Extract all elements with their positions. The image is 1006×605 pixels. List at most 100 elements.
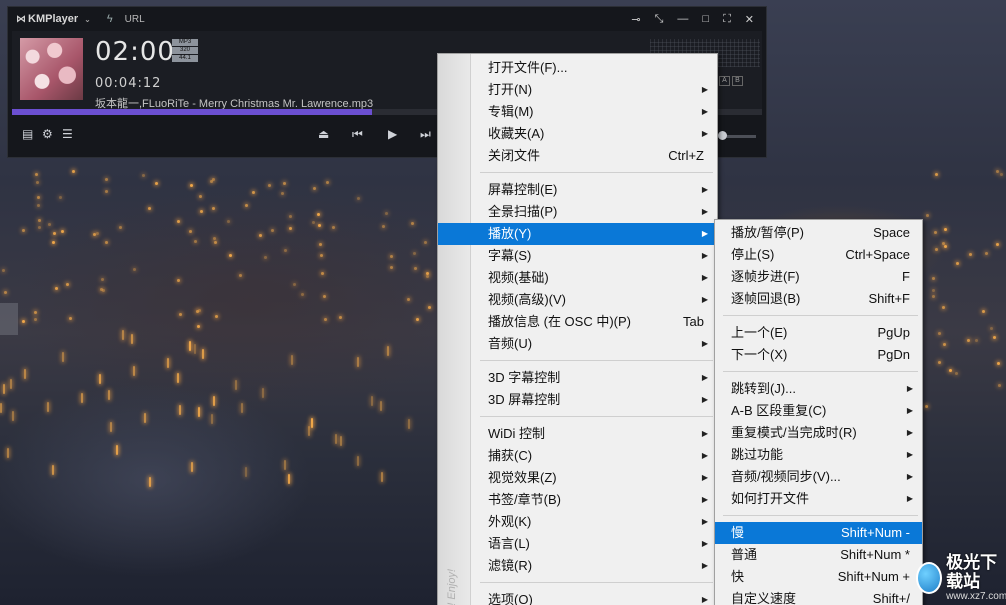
menu-item-关闭文件[interactable]: 关闭文件 Ctrl+Z [438, 145, 717, 167]
city-light [38, 226, 42, 230]
menu-item-慢[interactable]: 慢 Shift+Num - [715, 522, 922, 544]
city-light [311, 221, 315, 225]
menu-item-视频[interactable]: 视频(高级)(V) ▶ [438, 289, 717, 311]
menu-item-如何打开文件[interactable]: 如何打开文件 ▶ [715, 488, 922, 510]
menu-item-停止[interactable]: 停止(S) Ctrl+Space [715, 244, 922, 266]
menu-item-widi-控制[interactable]: WiDi 控制 ▶ [438, 423, 717, 445]
city-light [148, 207, 152, 211]
menu-item-音频-视频同步[interactable]: 音频/视频同步(V)... ▶ [715, 466, 922, 488]
menu-items: 打开文件(F)... 打开(N) ▶ 专辑(M) ▶ 收藏夹(A) ▶ 关闭文件 Ctrl+Z 屏… [438, 57, 717, 605]
fullscreen-icon[interactable]: ⛶ [723, 13, 731, 26]
menu-item-全景扫描[interactable]: 全景扫描(P) ▶ [438, 201, 717, 223]
menu-item-播放[interactable]: 播放(Y) ▶ [438, 223, 717, 245]
city-light [214, 315, 218, 319]
city-light [291, 355, 294, 366]
menu-item-选项[interactable]: 选项(O) ▶ [438, 589, 717, 605]
menu-item-逐帧回退[interactable]: 逐帧回退(B) Shift+F [715, 288, 922, 310]
menu-item-label: 上一个(E) [731, 325, 788, 340]
previous-icon[interactable]: ⏮ [352, 127, 363, 142]
city-light [58, 196, 62, 200]
submenu-arrow-icon: ▶ [701, 85, 708, 94]
city-light [335, 433, 338, 444]
menu-item-a-b-区段重复[interactable]: A-B 区段重复(C) ▶ [715, 400, 922, 422]
menu-separator [438, 355, 717, 367]
city-light [934, 248, 938, 252]
menu-separator [438, 167, 717, 179]
menu-item-视觉效果[interactable]: 视觉效果(Z) ▶ [438, 467, 717, 489]
gear-icon[interactable]: ⚙ [42, 127, 53, 141]
menu-item-label: 选项(O) [488, 592, 533, 605]
menu-item-跳转到[interactable]: 跳转到(J)... ▶ [715, 378, 922, 400]
city-light [167, 357, 170, 368]
menu-item-逐帧步进[interactable]: 逐帧步进(F) F [715, 266, 922, 288]
menu-item-外观[interactable]: 外观(K) ▶ [438, 511, 717, 533]
submenu-arrow-icon: ▶ [701, 539, 708, 548]
menu-item-播放-暂停[interactable]: 播放/暂停(P) Space [715, 222, 922, 244]
volume-knob[interactable] [718, 131, 727, 140]
menu-item-3d-字幕控制[interactable]: 3D 字幕控制 ▶ [438, 367, 717, 389]
ab-a-button[interactable]: A [719, 76, 730, 86]
pin-icon[interactable]: ⊸ [631, 13, 640, 26]
menu-item-打开[interactable]: 打开(N) ▶ [438, 79, 717, 101]
menu-list-icon[interactable]: ☰ [62, 127, 73, 141]
submenu-arrow-icon: ▶ [701, 561, 708, 570]
menu-item-下一个[interactable]: 下一个(X) PgDn [715, 344, 922, 366]
city-light [408, 419, 410, 430]
next-icon[interactable]: ⏭ [420, 127, 431, 142]
menu-item-字幕[interactable]: 字幕(S) ▶ [438, 245, 717, 267]
menu-item-播放信息[interactable]: 播放信息 (在 OSC 中)(P) Tab [438, 311, 717, 333]
menu-item-label: 播放(Y) [488, 226, 532, 241]
menu-item-视频[interactable]: 视频(基础) ▶ [438, 267, 717, 289]
menu-item-书签-章节[interactable]: 书签/章节(B) ▶ [438, 489, 717, 511]
playlist-icon[interactable]: ▤ [22, 127, 33, 141]
menu-item-3d-屏幕控制[interactable]: 3D 屏幕控制 ▶ [438, 389, 717, 411]
city-light [324, 317, 328, 321]
menu-item-打开文件[interactable]: 打开文件(F)... [438, 57, 717, 79]
city-light [948, 368, 952, 372]
city-light [406, 298, 410, 302]
menu-item-普通[interactable]: 普通 Shift+Num * [715, 544, 922, 566]
city-light [943, 343, 946, 347]
menu-separator [438, 577, 717, 589]
city-light [925, 404, 929, 408]
eject-icon[interactable]: ⏏ [318, 127, 329, 141]
city-light [283, 460, 286, 471]
menu-item-滤镜[interactable]: 滤镜(R) ▶ [438, 555, 717, 577]
lightning-icon[interactable]: ϟ [107, 13, 113, 25]
city-light [943, 244, 947, 248]
edge-tab[interactable] [0, 303, 18, 335]
menu-item-重复模式-当完成时[interactable]: 重复模式/当完成时(R) ▶ [715, 422, 922, 444]
url-button[interactable]: URL [125, 14, 145, 25]
city-light [282, 182, 286, 186]
close-icon[interactable]: ✕ [745, 13, 754, 26]
menu-item-语言[interactable]: 语言(L) ▶ [438, 533, 717, 555]
caret-down-icon: ⌄ [84, 14, 91, 24]
ab-b-button[interactable]: B [732, 76, 743, 86]
menu-item-音频[interactable]: 音频(U) ▶ [438, 333, 717, 355]
city-light [178, 404, 181, 415]
city-light [412, 252, 416, 256]
menu-item-快[interactable]: 快 Shift+Num + [715, 566, 922, 588]
menu-separator [715, 310, 922, 322]
title-bar[interactable]: ⋈ KMPlayer ⌄ ϟ URL ⊸ ⤡ — □ ⛶ ✕ [8, 7, 766, 31]
app-name: KMPlayer [28, 13, 79, 25]
app-logo[interactable]: ⋈ KMPlayer ⌄ [16, 13, 91, 25]
minimize-icon[interactable]: — [677, 13, 688, 26]
city-light [381, 472, 384, 483]
menu-item-专辑[interactable]: 专辑(M) ▶ [438, 101, 717, 123]
city-light [60, 230, 64, 234]
menu-item-收藏夹[interactable]: 收藏夹(A) ▶ [438, 123, 717, 145]
menu-item-上一个[interactable]: 上一个(E) PgUp [715, 322, 922, 344]
city-light [35, 180, 39, 184]
compact-icon[interactable]: ⤡ [655, 13, 664, 26]
menu-item-捕获[interactable]: 捕获(C) ▶ [438, 445, 717, 467]
submenu-arrow-icon: ▶ [701, 229, 708, 238]
maximize-icon[interactable]: □ [702, 13, 709, 26]
menu-item-label: 关闭文件 [488, 148, 541, 163]
city-light [213, 237, 217, 241]
menu-item-屏幕控制[interactable]: 屏幕控制(E) ▶ [438, 179, 717, 201]
play-icon[interactable]: ▶ [388, 127, 397, 141]
submenu-arrow-icon: ▶ [906, 472, 913, 481]
menu-item-跳过功能[interactable]: 跳过功能 ▶ [715, 444, 922, 466]
menu-item-自定义速度[interactable]: 自定义速度 Shift+/ [715, 588, 922, 605]
